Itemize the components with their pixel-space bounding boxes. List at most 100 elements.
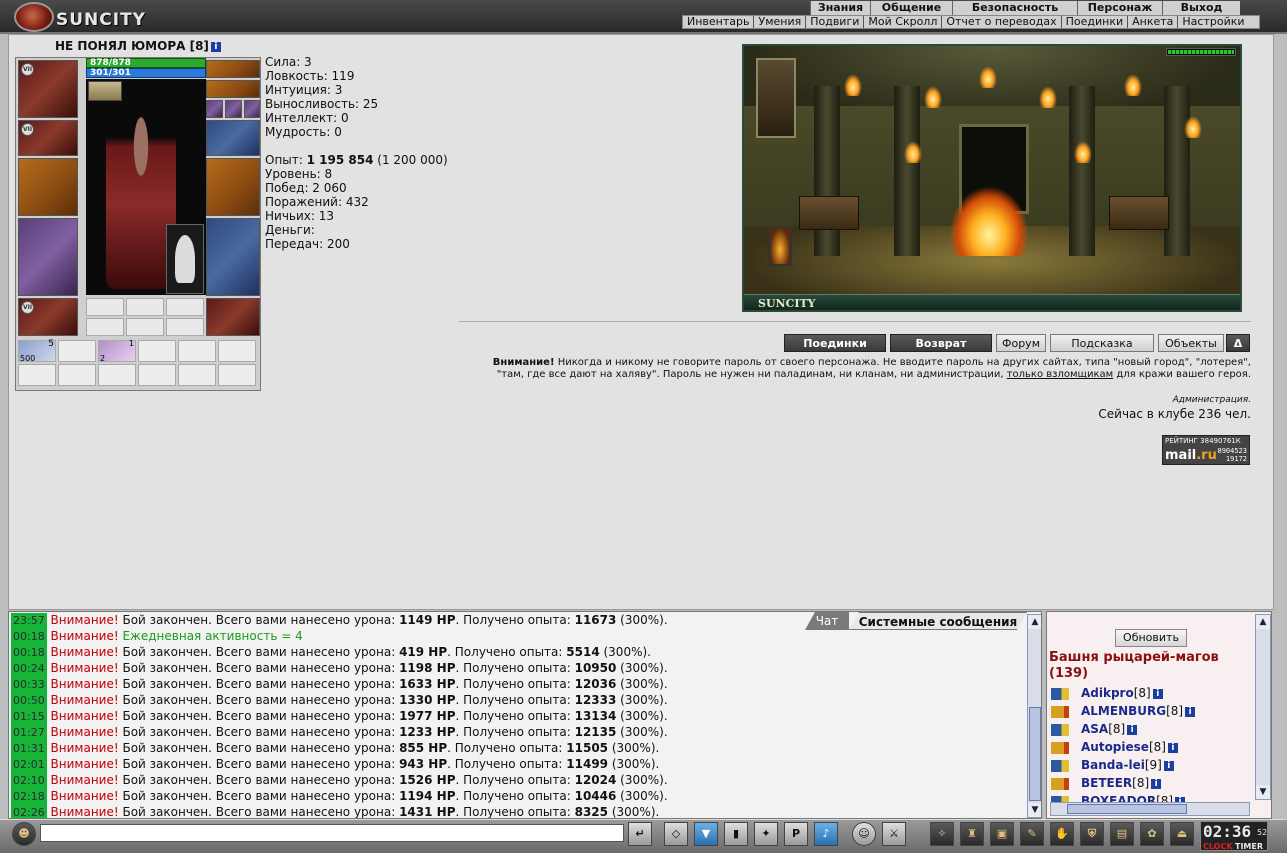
bracers-slot[interactable]: VII	[18, 120, 78, 156]
chat-timestamp[interactable]: 02:26	[11, 805, 47, 818]
list-hscrollbar[interactable]	[1050, 802, 1250, 816]
shield-icon[interactable]: ⛨	[1080, 822, 1104, 846]
chat-timestamp[interactable]: 00:18	[11, 629, 47, 645]
lantern[interactable]	[768, 226, 792, 266]
collapse-button[interactable]: Δ	[1226, 334, 1250, 352]
chat-timestamp[interactable]: 01:31	[11, 741, 47, 757]
player-name[interactable]: Autopiese	[1081, 740, 1149, 754]
scroll-down-icon[interactable]: ▼	[1028, 803, 1041, 817]
eraser-icon[interactable]: ◇	[664, 822, 688, 846]
clock-label[interactable]: CLOCK	[1203, 842, 1233, 851]
timer-label[interactable]: TIMER	[1235, 842, 1263, 851]
bag-icon[interactable]: ♜	[960, 822, 984, 846]
mailru-rating-counter[interactable]: РЕЙТИНГ 38490761К mail.ru 8904523 19172	[1162, 435, 1250, 465]
pm-icon[interactable]: P	[784, 822, 808, 846]
location-scene[interactable]: SUNCITY	[742, 44, 1242, 312]
chat-timestamp[interactable]: 01:27	[11, 725, 47, 741]
inventory-slot-11[interactable]	[178, 364, 216, 386]
chat-timestamp[interactable]: 00:33	[11, 677, 47, 693]
filter-icon[interactable]: ▼	[694, 822, 718, 846]
info-icon[interactable]: i	[1163, 760, 1174, 771]
chest-right[interactable]	[1109, 196, 1169, 230]
player-entry[interactable]: BETEER[8] i	[1051, 774, 1162, 792]
objects-button[interactable]: Объекты	[1158, 334, 1224, 352]
inventory-slot-1[interactable]: 5 500	[18, 339, 56, 363]
info-icon[interactable]: i	[1152, 688, 1163, 699]
scroll-up-icon[interactable]: ▲	[1028, 615, 1041, 629]
ring-slot-1[interactable]	[86, 298, 124, 316]
rune-slot-2[interactable]	[126, 318, 164, 336]
chat-input[interactable]	[40, 824, 624, 842]
inventory-slot-3[interactable]: 2 1	[98, 339, 136, 363]
return-button[interactable]: Возврат	[890, 334, 992, 352]
chat-timestamp[interactable]: 00:24	[11, 661, 47, 677]
submenu-settings[interactable]: Настройки	[1178, 16, 1248, 28]
inventory-slot-9[interactable]	[98, 364, 136, 386]
hint-button[interactable]: Подсказка	[1050, 334, 1154, 352]
info-icon[interactable]: i	[1127, 724, 1138, 735]
player-name[interactable]: Banda-lei	[1081, 758, 1145, 772]
belt-slot[interactable]: VII	[18, 298, 78, 336]
refresh-button[interactable]: Обновить	[1115, 629, 1187, 647]
inventory-slot-7[interactable]	[18, 364, 56, 386]
player-entry[interactable]: Autopiese[8] i	[1051, 738, 1178, 756]
chest-icon[interactable]: ▣	[990, 822, 1014, 846]
character-avatar[interactable]	[86, 79, 206, 295]
forum-button[interactable]: Форум	[996, 334, 1046, 352]
earrings-slot[interactable]	[206, 60, 260, 78]
emoticon-icon[interactable]: ☺	[852, 822, 876, 846]
lock-icon[interactable]: ▤	[1110, 822, 1134, 846]
chat-timestamp[interactable]: 02:10	[11, 773, 47, 789]
list-scrollbar[interactable]: ▲ ▼	[1255, 614, 1271, 800]
hand-icon[interactable]: ✋	[1050, 822, 1074, 846]
submenu-skills[interactable]: Умения	[754, 16, 807, 28]
rune-slot-3[interactable]	[166, 318, 204, 336]
player-entry[interactable]: Adikpro[8] i	[1051, 684, 1163, 702]
menu-security[interactable]: Безопасность	[952, 1, 1077, 15]
clan-icon[interactable]: ⚔	[882, 822, 906, 846]
tab-system-messages[interactable]: Системные сообщения	[849, 612, 1027, 630]
armor-slot[interactable]	[18, 218, 78, 296]
submenu-transfer-report[interactable]: Отчет о переводах	[942, 16, 1062, 28]
amulet-slot[interactable]	[206, 80, 260, 98]
inventory-slot-12[interactable]	[218, 364, 256, 386]
inventory-slot-4[interactable]	[138, 340, 176, 362]
inventory-slot-10[interactable]	[138, 364, 176, 386]
submenu-scroll[interactable]: Мой Скролл	[864, 16, 943, 28]
chat-timestamp[interactable]: 23:57	[11, 613, 47, 629]
chat-timestamp[interactable]: 02:18	[11, 789, 47, 805]
paw-icon[interactable]: ✿	[1140, 822, 1164, 846]
ring-slot-c[interactable]	[244, 100, 260, 118]
player-name[interactable]: ASA	[1081, 722, 1108, 736]
chat-timestamp[interactable]: 01:15	[11, 709, 47, 725]
submenu-duels[interactable]: Поединки	[1062, 16, 1129, 28]
ring-slot-a[interactable]	[206, 100, 223, 118]
duels-button[interactable]: Поединки	[784, 334, 886, 352]
rune-slot-1[interactable]	[86, 318, 124, 336]
weapon-slot[interactable]	[18, 158, 78, 216]
player-name[interactable]: ALMENBURG	[1081, 704, 1166, 718]
chest-left[interactable]	[799, 196, 859, 230]
submenu-inventory[interactable]: Инвентарь	[683, 16, 755, 28]
gloves-slot[interactable]	[206, 120, 260, 156]
ring-slot-3[interactable]	[166, 298, 204, 316]
exit-icon[interactable]: ⏏	[1170, 822, 1194, 846]
info-icon[interactable]: i	[1167, 742, 1178, 753]
inventory-slot-5[interactable]	[178, 340, 216, 362]
helmet-slot[interactable]: VII	[18, 60, 78, 118]
menu-character[interactable]: Персонаж	[1077, 1, 1162, 15]
hackers-link[interactable]: только взломщикам	[1007, 369, 1113, 380]
hscroll-thumb[interactable]	[1067, 804, 1187, 814]
player-entry[interactable]: ALMENBURG[8] i	[1051, 702, 1196, 720]
menu-knowledge[interactable]: Знания	[810, 1, 870, 15]
pet-cat[interactable]	[166, 224, 204, 294]
player-entry[interactable]: Banda-lei[9] i	[1051, 756, 1174, 774]
fight-icon[interactable]: ✦	[754, 822, 778, 846]
pants-slot[interactable]	[206, 218, 260, 296]
player-entry[interactable]: ASA[8] i	[1051, 720, 1138, 738]
boots-slot[interactable]	[206, 298, 260, 336]
chat-timestamp[interactable]: 00:18	[11, 645, 47, 661]
magic-icon[interactable]: ✧	[930, 822, 954, 846]
inventory-slot-2[interactable]	[58, 340, 96, 362]
smiley-icon[interactable]: ☻	[12, 822, 36, 846]
